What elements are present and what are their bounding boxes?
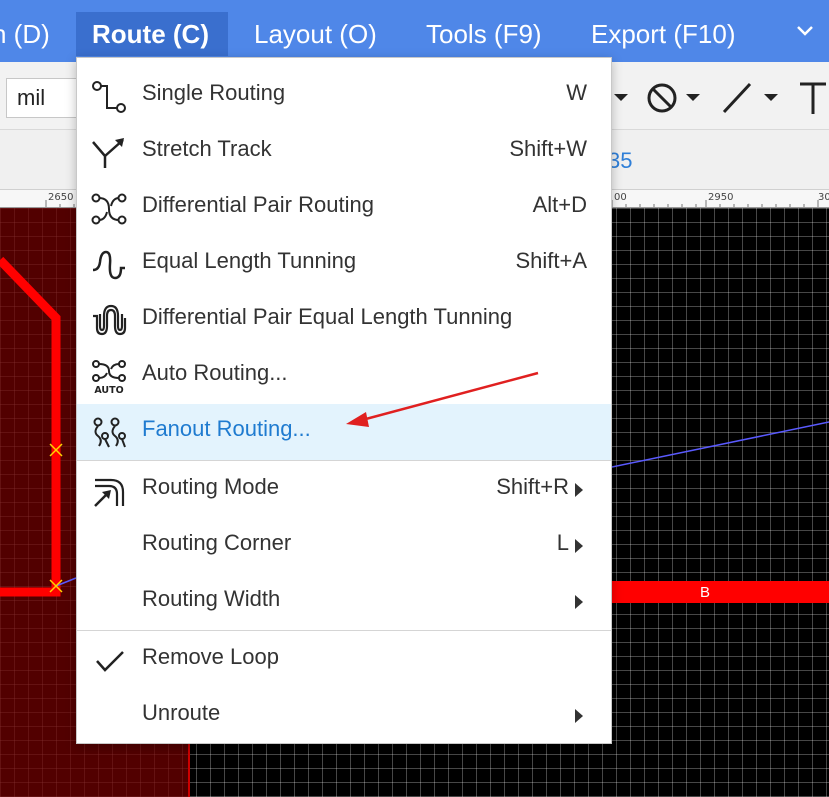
- checkmark-icon: [96, 651, 124, 672]
- menu-item-label: Routing Mode: [142, 474, 279, 499]
- submenu-arrow-icon: [575, 595, 583, 609]
- menu-item-label: Differential Pair Routing: [142, 192, 374, 217]
- menu-item-unroute[interactable]: Unroute: [77, 688, 611, 744]
- menu-item-label: Routing Width: [142, 586, 281, 611]
- stretch-track-icon: [92, 138, 124, 168]
- menu-item-shortcut: W: [566, 80, 587, 105]
- menu-item-fanout-routing[interactable]: Fanout Routing...: [77, 404, 611, 460]
- single-routing-icon: [92, 81, 126, 113]
- differential-pair-icon: [91, 193, 127, 225]
- menu-divider: [77, 630, 611, 631]
- menu-item-label: Stretch Track: [142, 136, 272, 161]
- menu-item-label: Unroute: [142, 700, 221, 725]
- fanout-routing-icon: [93, 417, 126, 448]
- menubar-item-route[interactable]: Route (C): [76, 12, 228, 56]
- menu-item-equal-length-tunning[interactable]: Equal Length Tunning Shift+A: [77, 236, 611, 292]
- menubar-item-export[interactable]: Export (F10): [583, 12, 744, 56]
- menu-item-routing-width[interactable]: Routing Width: [77, 574, 611, 630]
- line-tool-icon[interactable]: [722, 80, 782, 116]
- menu-item-label: Routing Corner: [142, 530, 292, 555]
- ruler-label: 2950: [708, 192, 734, 203]
- menu-item-shortcut: Alt+D: [532, 192, 587, 217]
- menu-item-label: Single Routing: [142, 80, 286, 105]
- submenu-arrow-icon: [575, 539, 583, 553]
- menu-item-label: Equal Length Tunning: [142, 248, 357, 273]
- submenu-arrow-icon: [575, 483, 583, 497]
- dropdown-caret-icon[interactable]: [612, 84, 630, 108]
- menu-item-auto-routing[interactable]: AUTO Auto Routing...: [77, 348, 611, 404]
- menu-item-single-routing[interactable]: Single Routing W: [77, 68, 611, 124]
- auto-routing-icon: AUTO: [92, 360, 126, 394]
- menu-item-label: Differential Pair Equal Length Tunning: [142, 304, 513, 329]
- menu-item-routing-corner[interactable]: Routing Corner L: [77, 518, 611, 574]
- menubar-item-tools[interactable]: Tools (F9): [418, 12, 550, 56]
- menu-item-remove-loop[interactable]: Remove Loop: [77, 632, 611, 688]
- no-entry-icon[interactable]: [646, 82, 706, 114]
- equal-length-icon: [92, 250, 125, 280]
- route-menu: Single Routing W Stretch Track Shift+W D…: [76, 57, 612, 744]
- pad-b: [612, 581, 829, 603]
- menu-divider: [77, 460, 611, 461]
- menubar-item-layout[interactable]: Layout (O): [246, 12, 385, 56]
- menu-item-shortcut: L: [556, 530, 569, 555]
- menu-item-shortcut: Shift+R: [496, 474, 569, 499]
- menu-item-stretch-track[interactable]: Stretch Track Shift+W: [77, 124, 611, 180]
- pad-label: B: [700, 584, 711, 601]
- auto-badge-text: AUTO: [94, 385, 123, 394]
- track-segment: [0, 256, 61, 597]
- menu-item-shortcut: Shift+A: [515, 248, 587, 273]
- diff-pair-equal-length-icon: [93, 304, 127, 336]
- submenu-arrow-icon: [575, 709, 583, 723]
- text-tool-icon[interactable]: [798, 80, 829, 116]
- chevron-down-icon[interactable]: [795, 24, 815, 38]
- menubar-item-design[interactable]: n (D): [0, 12, 58, 56]
- unit-select[interactable]: mil: [6, 78, 86, 118]
- menu-item-label: Auto Routing...: [142, 360, 288, 385]
- menu-item-differential-pair-routing[interactable]: Differential Pair Routing Alt+D: [77, 180, 611, 236]
- menubar: n (D) Route (C) Layout (O) Tools (F9) Ex…: [0, 0, 829, 62]
- menu-item-diff-pair-equal-length[interactable]: Differential Pair Equal Length Tunning: [77, 292, 611, 348]
- ruler-label: 30: [818, 192, 829, 203]
- ruler-label: 00: [614, 192, 627, 203]
- menu-item-label: Fanout Routing...: [142, 416, 311, 441]
- routing-mode-icon: [94, 478, 125, 507]
- ruler-label: 2650: [48, 192, 74, 203]
- ratsnest-line: [611, 421, 829, 468]
- menu-item-routing-mode[interactable]: Routing Mode Shift+R: [77, 462, 611, 518]
- menu-item-shortcut: Shift+W: [509, 136, 587, 161]
- menu-item-label: Remove Loop: [142, 644, 279, 669]
